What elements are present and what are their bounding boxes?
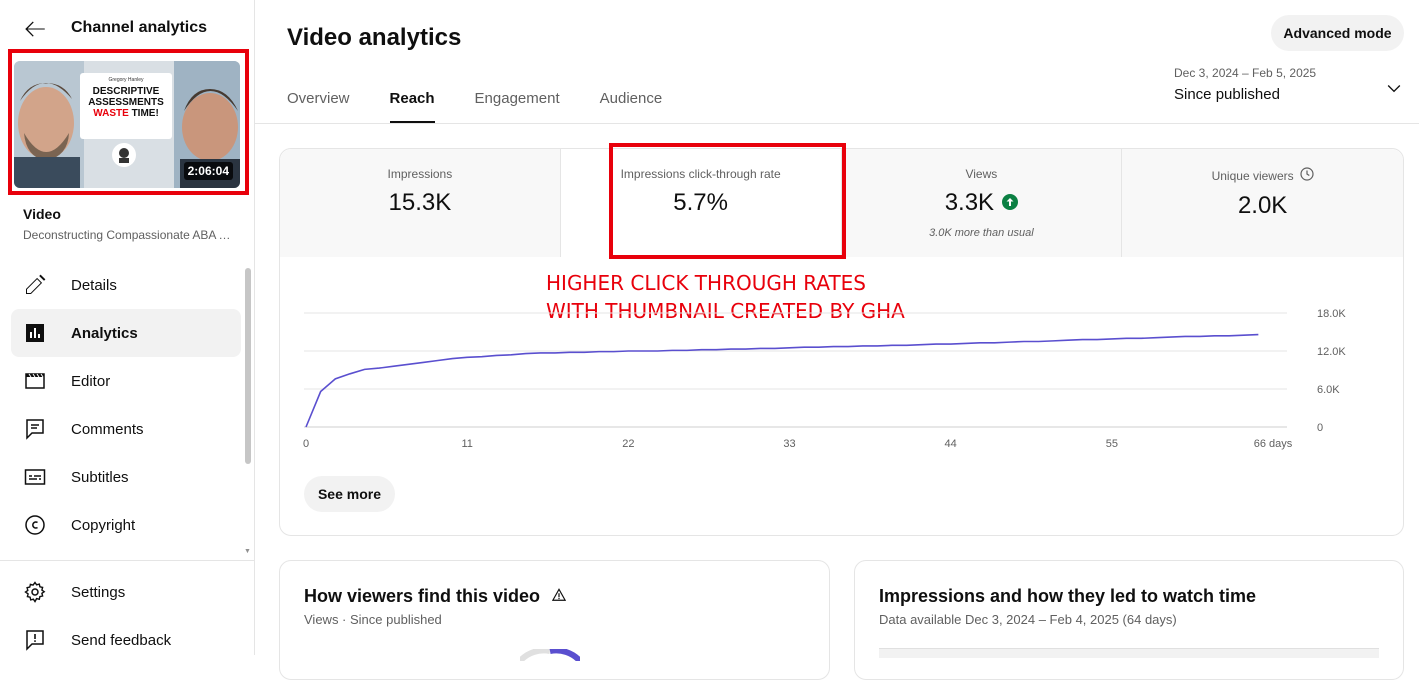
sidebar: Channel analytics Gregory Hanley DESCRIP… (0, 0, 255, 655)
feedback-icon (23, 628, 47, 652)
sidebar-item-label: Send feedback (71, 631, 172, 649)
gear-icon (23, 580, 47, 604)
see-more-button[interactable]: See more (304, 476, 395, 512)
sidebar-header: Channel analytics (0, 0, 255, 56)
funnel-placeholder (879, 648, 1379, 658)
reach-metrics-card: Impressions 15.3K Impressions click-thro… (279, 143, 1404, 536)
advanced-mode-button[interactable]: Advanced mode (1271, 15, 1404, 51)
impressions-funnel-card: Impressions and how they led to watch ti… (854, 560, 1404, 680)
y-tick-label: 12.0K (1317, 346, 1346, 358)
x-tick-label: 22 (622, 438, 634, 450)
traffic-sources-card: How viewers find this video Views · Sinc… (279, 560, 830, 680)
metric-value: 2.0K (1237, 192, 1288, 219)
date-range-selector[interactable]: Dec 3, 2024 – Feb 5, 2025 Since publishe… (1174, 66, 1406, 110)
sidebar-item-label: Subtitles (71, 468, 129, 486)
card-subtitle: Views · Since published (304, 612, 442, 627)
metric-views[interactable]: Views 3.3K 3.0K more than usual (841, 149, 1123, 257)
sidebar-item-analytics[interactable]: Analytics (11, 309, 241, 357)
metric-row: Impressions 15.3K Impressions click-thro… (280, 149, 1403, 257)
sidebar-item-editor[interactable]: Editor (11, 357, 241, 405)
date-range-value: Since published (1174, 86, 1280, 103)
pencil-icon (23, 273, 47, 297)
x-tick-label: 0 (303, 438, 309, 450)
chevron-down-icon (1384, 78, 1404, 103)
sidebar-item-label: Editor (71, 372, 111, 390)
sidebar-item-copyright[interactable]: Copyright (11, 501, 241, 549)
thumbnail-text-panel: Gregory Hanley DESCRIPTIVE ASSESSMENTS W… (80, 73, 172, 139)
sidebar-item-label: Analytics (71, 324, 138, 342)
video-title[interactable]: Deconstructing Compassionate ABA Assessm… (23, 228, 238, 242)
series-line (305, 333, 1259, 428)
metric-label: Views (965, 167, 998, 181)
comment-icon (23, 417, 47, 441)
sidebar-item-details[interactable]: Details (11, 261, 241, 309)
metric-value: 5.7% (673, 189, 728, 216)
warning-icon[interactable] (551, 586, 567, 607)
duration-badge: 2:06:04 (183, 162, 233, 180)
thumbnail-line3b: TIME! (131, 108, 159, 119)
sidebar-title: Channel analytics (71, 19, 208, 36)
sidebar-scrollbar[interactable] (245, 268, 251, 464)
sidebar-item-label: Copyright (71, 516, 136, 534)
sidebar-bottom-nav: Settings Send feedback (11, 568, 241, 664)
card-subtitle: Data available Dec 3, 2024 – Feb 4, 2025… (879, 612, 1177, 627)
date-range-text: Dec 3, 2024 – Feb 5, 2025 (1174, 66, 1317, 80)
arrow-up-circle-icon (1002, 189, 1019, 217)
sidebar-item-label: Settings (71, 583, 126, 601)
traffic-donut-chart (520, 649, 580, 661)
main-content: Video analytics Advanced mode Overview R… (255, 0, 1419, 680)
copyright-icon (23, 513, 47, 537)
sidebar-divider (0, 560, 255, 561)
clock-icon (1300, 167, 1314, 184)
impressions-line-chart: 0 6.0K 12.0K 18.0K 0 11 22 33 44 55 66 days (303, 308, 1346, 450)
thumbnail-line3a: WASTE (93, 108, 129, 119)
clapperboard-icon (23, 369, 47, 393)
scroll-down-arrow-icon[interactable]: ▼ (244, 548, 251, 555)
metric-value: 15.3K (388, 189, 452, 216)
video-thumbnail[interactable]: Gregory Hanley DESCRIPTIVE ASSESSMENTS W… (14, 61, 240, 188)
metric-value: 3.3K (944, 189, 995, 216)
y-tick-label: 6.0K (1317, 384, 1340, 396)
subtitles-icon (23, 465, 47, 489)
sidebar-item-label: Details (71, 276, 117, 294)
metric-subtext: 3.0K more than usual (929, 227, 1034, 239)
tab-audience[interactable]: Audience (600, 78, 663, 124)
thumbnail-logo (112, 143, 136, 167)
tab-bar: Overview Reach Engagement Audience (287, 78, 702, 124)
video-label: Video (23, 206, 61, 222)
y-tick-label: 0 (1317, 422, 1323, 434)
metric-label: Impressions (387, 167, 453, 181)
thumbnail-line2: ASSESSMENTS (88, 97, 164, 108)
metric-label: Impressions click-through rate (620, 167, 781, 181)
metric-label: Unique viewers (1211, 168, 1294, 183)
metric-unique-viewers[interactable]: Unique viewers 2.0K (1122, 149, 1403, 257)
x-tick-label: 33 (783, 438, 795, 450)
tab-engagement[interactable]: Engagement (475, 78, 560, 124)
analytics-icon (23, 321, 47, 345)
tab-reach[interactable]: Reach (389, 78, 435, 124)
sidebar-item-label: Comments (71, 420, 144, 438)
tab-divider (255, 123, 1419, 124)
metric-impressions-ctr[interactable]: Impressions click-through rate 5.7% (560, 149, 842, 257)
thumbnail-author: Gregory Hanley (108, 77, 144, 83)
page-title: Video analytics (287, 24, 462, 51)
sidebar-item-comments[interactable]: Comments (11, 405, 241, 453)
tab-overview[interactable]: Overview (287, 78, 350, 124)
x-tick-label: 44 (945, 438, 957, 450)
x-tick-label: 55 (1106, 438, 1118, 450)
x-tick-label: 11 (461, 438, 472, 450)
y-tick-label: 18.0K (1317, 308, 1346, 320)
sidebar-item-subtitles[interactable]: Subtitles (11, 453, 241, 501)
metric-impressions[interactable]: Impressions 15.3K (280, 149, 561, 257)
sidebar-item-settings[interactable]: Settings (11, 568, 241, 616)
card-title: Impressions and how they led to watch ti… (879, 586, 1257, 606)
x-tick-label: 66 days (1254, 438, 1293, 450)
sidebar-nav: Details Analytics Editor Comments Subtit… (11, 261, 241, 549)
thumbnail-line1: DESCRIPTIVE (92, 86, 160, 97)
card-title: How viewers find this video (304, 586, 541, 606)
sidebar-item-send-feedback[interactable]: Send feedback (11, 616, 241, 664)
back-arrow-icon[interactable] (22, 16, 48, 42)
